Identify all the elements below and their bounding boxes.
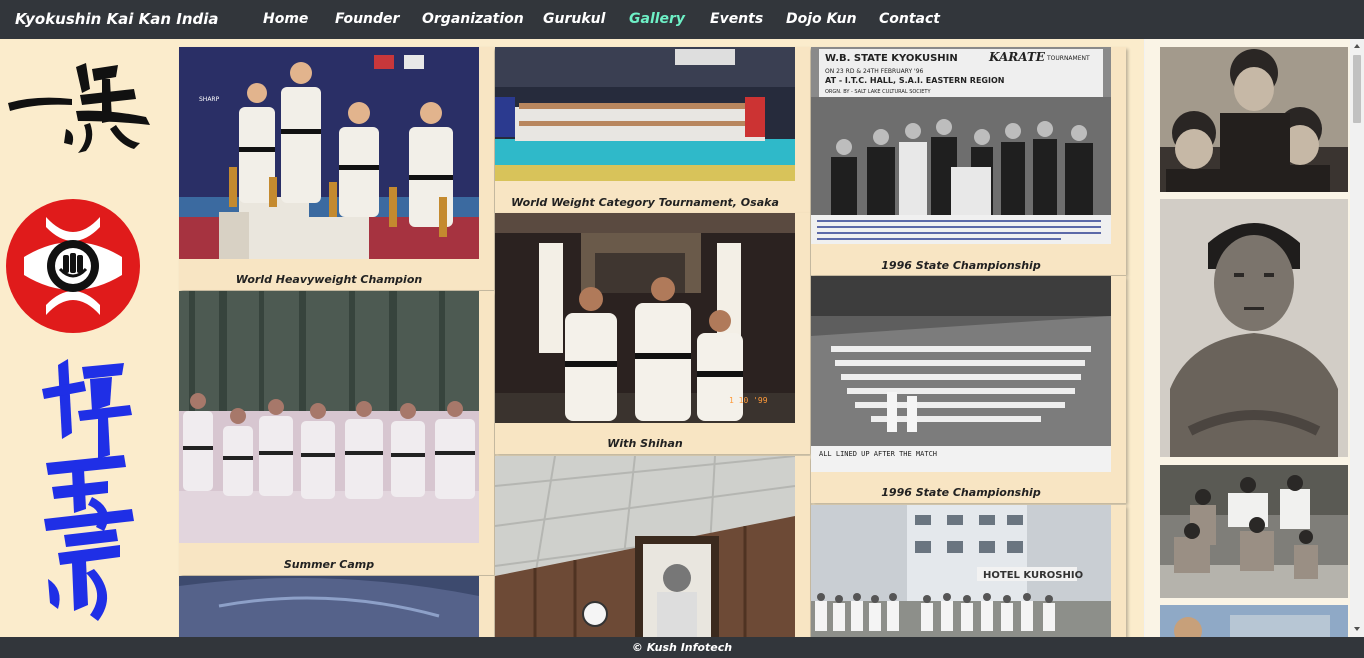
page-scroll-down-arrow-icon[interactable] — [1354, 627, 1360, 631]
page-scroll-up-arrow-icon[interactable] — [1354, 44, 1360, 48]
young-students-vintage-photo[interactable] — [1160, 47, 1348, 192]
gallery-card[interactable]: W.B. STATE KYOKUSHIN KARATE TOURNAMENT O… — [811, 47, 1126, 275]
nav-gurukul[interactable]: Gurukul — [543, 11, 605, 27]
nav-dojo-kun[interactable]: Dojo Kun — [786, 11, 857, 27]
top-navbar: Kyokushin Kai Kan India Home Founder Org… — [0, 0, 1364, 39]
podium-champions-photo[interactable]: SHARP — [179, 47, 479, 259]
banner-line1-text: W.B. STATE KYOKUSHIN — [825, 53, 958, 64]
card-caption: Summer Camp — [283, 558, 375, 571]
card-caption: World Heavyweight Champion — [235, 273, 423, 286]
nav-organization[interactable]: Organization — [422, 11, 524, 27]
card-caption: World Weight Category Tournament, Osaka — [511, 196, 779, 209]
footer-copyright: © Kush Infotech — [631, 641, 733, 654]
card-caption: 1996 State Championship — [881, 486, 1041, 499]
founder-portrait-hall-photo[interactable] — [495, 456, 795, 637]
card-caption: With Shihan — [607, 437, 683, 450]
banner-line4-text: AT - I.T.C. HALL, S.A.I. EASTERN REGION — [825, 76, 1004, 85]
gallery-card[interactable] — [179, 576, 494, 637]
gallery-card[interactable]: World Weight Category Tournament, Osaka — [495, 47, 810, 213]
summer-camp-line-photo[interactable] — [179, 291, 479, 543]
photo-date-stamp: 1 10 '99 — [729, 396, 768, 405]
banner-line5-text: ORGN. BY - SALT LAKE CULTURAL SOCIETY — [825, 89, 931, 95]
kanku-symbol-emblem — [6, 199, 140, 333]
lined-up-caption-text: ALL LINED UP AFTER THE MATCH — [819, 450, 937, 458]
gallery-card[interactable]: 1 10 '99 With Shihan — [495, 213, 810, 454]
kyokushin-calligraphy-emblem — [42, 359, 134, 621]
banner-line2-text: TOURNAMENT — [1046, 55, 1090, 62]
nav-founder[interactable]: Founder — [335, 11, 399, 27]
banner-karate-text: KARATE — [988, 50, 1046, 64]
nav-events[interactable]: Events — [710, 11, 763, 27]
footer: © Kush Infotech — [0, 637, 1364, 658]
banner-line3-text: ON 23 RD & 24TH FEBRUARY '96 — [825, 68, 924, 75]
outdoor-training-group-photo[interactable] — [1160, 465, 1348, 598]
sharp-banner-text: SHARP — [199, 96, 220, 103]
gallery-card[interactable] — [495, 456, 810, 637]
founder-portrait-photo[interactable] — [1160, 199, 1348, 457]
state-championship-ceremony-photo[interactable]: W.B. STATE KYOKUSHIN KARATE TOURNAMENT O… — [811, 47, 1111, 244]
right-photo-strip — [1145, 39, 1364, 637]
osaka-tournament-group-photo[interactable] — [495, 47, 795, 181]
state-championship-lineup-photo[interactable]: ALL LINED UP AFTER THE MATCH — [811, 276, 1111, 472]
gallery-card[interactable]: SHARP World Heavyweight Champion — [179, 47, 494, 290]
vintage-photo-partial[interactable] — [1160, 605, 1348, 637]
card-caption: 1996 State Championship — [881, 259, 1041, 272]
gallery-card[interactable]: Summer Camp — [179, 291, 494, 575]
page-scrollbar-thumb[interactable] — [1353, 55, 1361, 123]
hotel-sign-text: HOTEL KUROSHIO — [983, 570, 1083, 581]
nav-contact[interactable]: Contact — [879, 11, 940, 27]
nav-home[interactable]: Home — [263, 11, 308, 27]
left-emblem-column — [0, 39, 160, 637]
gallery-card[interactable]: ALL LINED UP AFTER THE MATCH 1996 State … — [811, 276, 1126, 503]
with-shihan-dojo-photo[interactable]: 1 10 '99 — [495, 213, 795, 423]
site-brand[interactable]: Kyokushin Kai Kan India — [15, 10, 219, 28]
gallery-card[interactable]: HOTEL KUROSHIO — [811, 505, 1126, 637]
ichigeki-calligraphy-emblem — [8, 63, 150, 153]
hotel-kuroshio-group-photo[interactable]: HOTEL KUROSHIO — [811, 505, 1111, 637]
nav-gallery[interactable]: Gallery — [629, 11, 685, 27]
page-scrollbar[interactable] — [1350, 39, 1364, 637]
dojo-group-photo-partial[interactable] — [179, 576, 479, 637]
